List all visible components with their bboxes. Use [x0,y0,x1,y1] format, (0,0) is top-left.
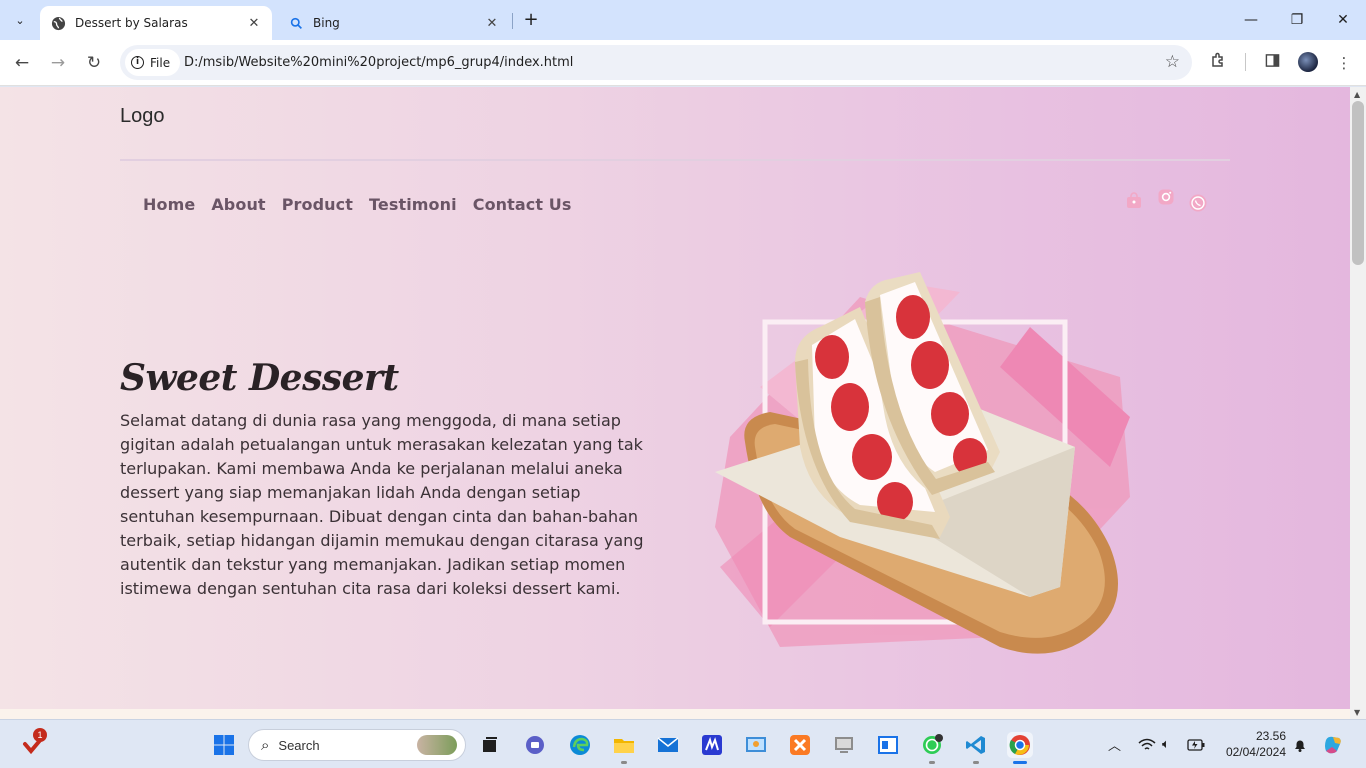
reload-button[interactable]: ↻ [80,49,108,77]
volume-icon[interactable]: 🔈︎ [1162,720,1170,768]
browser-toolbar: ← → ↻ i File D:/msib/Website%20mini%20pr… [0,40,1366,86]
hero-dessert-image [715,272,1130,654]
nav-testimoni[interactable]: Testimoni [369,195,457,214]
tab-bing[interactable]: Bing ✕ [278,6,510,40]
search-placeholder: Search [278,737,320,753]
edge-browser-icon[interactable] [567,732,593,758]
whatsapp-icon[interactable] [1188,193,1208,213]
tab-title: Dessert by Salaras [75,16,188,30]
tab-separator [512,13,513,29]
search-icon: ⌕ [261,736,270,754]
clock-date: 02/04/2024 [1225,745,1286,759]
tab-list-dropdown-icon[interactable]: ⌄ [8,8,32,32]
side-panel-icon[interactable] [1258,49,1286,77]
chrome-icon[interactable] [1007,732,1033,758]
search-highlight-image [417,735,457,755]
whatsapp-app-icon[interactable] [919,732,945,758]
control-panel-icon[interactable] [743,732,769,758]
battery-icon[interactable] [1187,720,1205,768]
xampp-icon[interactable] [787,732,813,758]
profile-avatar[interactable] [1298,52,1318,72]
close-tab-icon[interactable]: ✕ [246,16,262,31]
scrollbar-thumb[interactable] [1352,101,1364,265]
hero-title: Sweet Dessert [120,357,399,399]
scroll-up-arrow-icon[interactable]: ▲ [1354,90,1360,99]
close-window-button[interactable]: ✕ [1320,8,1366,32]
mail-icon[interactable] [655,732,681,758]
running-indicator-active [1013,761,1027,764]
show-hidden-icons-chevron-icon[interactable]: ︿ [1108,720,1121,768]
bookmark-star-icon[interactable]: ☆ [1165,45,1180,80]
nav-product[interactable]: Product [282,195,353,214]
minimize-button[interactable]: — [1228,8,1274,32]
scroll-down-arrow-icon[interactable]: ▼ [1354,708,1360,717]
tab-dessert[interactable]: Dessert by Salaras ✕ [40,6,272,40]
clock-time: 23.56 [1255,729,1286,743]
app-m-icon[interactable] [699,732,725,758]
windows-taskbar: 1 ⌕ Search ︿ 🔈︎ 23.56 02/04/2024 [0,719,1366,768]
file-explorer-icon[interactable] [611,732,637,758]
site-info-chip[interactable]: i File [125,49,181,76]
instagram-icon[interactable] [1156,187,1176,207]
back-button[interactable]: ← [8,49,36,77]
next-section-edge [0,709,1350,719]
task-view-icon[interactable] [477,732,503,758]
address-bar[interactable]: i File D:/msib/Website%20mini%20project/… [120,45,1192,80]
main-nav: Home About Product Testimoni Contact Us [143,195,572,214]
chat-meet-icon[interactable] [522,732,548,758]
copilot-icon[interactable] [1322,720,1344,768]
remote-desktop-icon[interactable] [831,732,857,758]
toolbar-divider [1245,53,1246,71]
nav-about[interactable]: About [211,195,265,214]
nav-home[interactable]: Home [143,195,195,214]
wifi-icon[interactable] [1138,720,1156,768]
taskbar-search-input[interactable]: ⌕ Search [248,729,466,761]
header-divider [120,159,1230,161]
info-icon: i [131,56,144,69]
notification-badge: 1 [33,728,47,742]
hero-description: Selamat datang di dunia rasa yang menggo… [120,411,644,598]
browser-tab-bar: ⌄ Dessert by Salaras ✕ Bing ✕ + — ❐ ✕ [0,0,1366,40]
restore-button[interactable]: ❐ [1274,8,1320,32]
running-indicator [621,761,627,764]
page-scrollbar[interactable]: ▲ ▼ [1350,87,1366,719]
site-chip-label: File [150,55,171,70]
close-tab-icon[interactable]: ✕ [484,16,500,31]
forward-button[interactable]: → [44,49,72,77]
globe-icon [50,15,66,31]
nav-contact-us[interactable]: Contact Us [473,195,572,214]
extensions-icon[interactable] [1204,49,1232,77]
app-window-icon[interactable] [875,732,901,758]
new-tab-button[interactable]: + [520,9,542,31]
site-logo[interactable]: Logo [120,105,165,128]
tab-title: Bing [313,16,340,30]
vscode-icon[interactable] [963,732,989,758]
running-indicator [973,761,979,764]
web-page: Logo Home About Product Testimoni Contac… [0,87,1350,710]
menu-kebab-icon[interactable]: ⋮ [1330,49,1358,77]
url-text[interactable]: D:/msib/Website%20mini%20project/mp6_gru… [184,45,573,80]
start-windows-icon[interactable] [211,732,237,758]
notification-bell-icon[interactable] [1292,720,1308,768]
taskbar-clock[interactable]: 23.56 02/04/2024 [1218,728,1286,760]
running-indicator [929,761,935,764]
search-icon [288,15,304,31]
shopping-bag-icon[interactable] [1124,191,1144,211]
